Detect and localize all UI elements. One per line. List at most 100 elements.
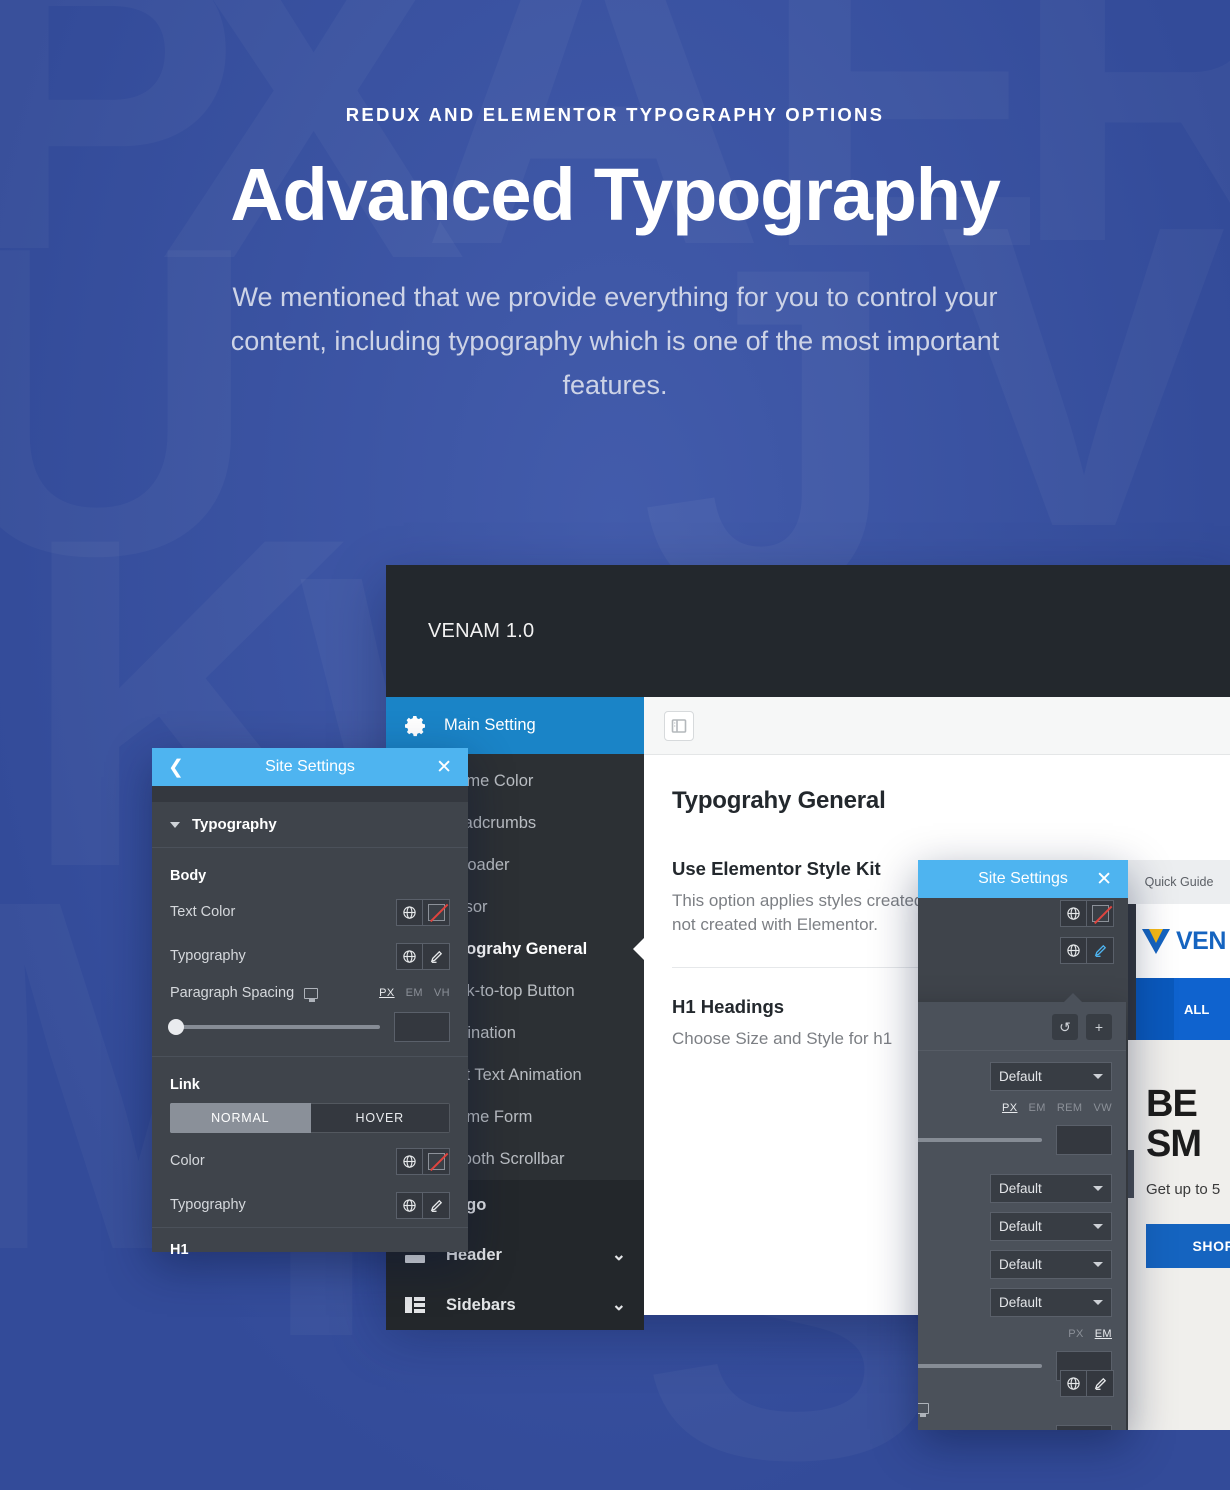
- content-toolbar: [644, 697, 1230, 755]
- close-icon[interactable]: ✕: [436, 758, 452, 777]
- chevron-left-icon[interactable]: ❮: [168, 758, 184, 777]
- accordion-label: Typography: [192, 816, 277, 833]
- unit-em[interactable]: EM: [1029, 1102, 1046, 1114]
- accordion-typography[interactable]: Typography: [152, 802, 468, 848]
- quick-guide-bar[interactable]: Quick Guide: [1128, 860, 1230, 904]
- popover-row-label: Letter Spacing: [918, 1401, 1112, 1417]
- chevron-left-icon[interactable]: ‹: [1128, 1150, 1134, 1198]
- site-preview: Quick Guide VEN ALL ‹ BE SM Get up to 5 …: [1128, 860, 1230, 1430]
- size-slider[interactable]: [918, 1138, 1042, 1142]
- chevron-down-icon: ⌄: [611, 1295, 626, 1314]
- pencil-icon[interactable]: [1087, 937, 1114, 964]
- popover-toolbar: ↺ +: [918, 1010, 1112, 1048]
- popover-row-style: Style Default: [918, 1245, 1112, 1283]
- panel-left-gap: [152, 786, 468, 802]
- row-label: Typography: [170, 1197, 246, 1213]
- chevron-down-icon: [1093, 1073, 1103, 1079]
- font-weight-value: Default: [999, 1180, 1042, 1196]
- popover-row-label: Transform: [918, 1219, 980, 1234]
- preview-hero-line1: BE: [1146, 1083, 1198, 1125]
- sidebar-header-main-setting[interactable]: Main Setting: [386, 697, 644, 754]
- panel-left-next-group: H1: [152, 1228, 468, 1264]
- row-link-typography: Typography: [170, 1183, 450, 1227]
- paragraph-spacing-label: Paragraph Spacing: [170, 985, 295, 1001]
- layout-toggle-icon[interactable]: [664, 710, 694, 741]
- panel-left-header: ❮ Site Settings ✕: [152, 748, 468, 786]
- sidebar-header-label: Main Setting: [444, 716, 536, 734]
- popover-row-label: Style: [918, 1257, 980, 1272]
- admin-brand-label: VENAM 1.0: [428, 619, 535, 642]
- slider-knob[interactable]: [168, 1019, 184, 1035]
- active-caret-icon: [633, 938, 644, 960]
- panel-right-body: ↺ + Family Default Size PX EM REM VW: [918, 898, 1128, 1430]
- link-state-toggle: NORMAL HOVER: [170, 1103, 450, 1133]
- row-text-color: Text Color: [170, 890, 450, 934]
- unit-vh[interactable]: VH: [434, 987, 450, 999]
- pencil-icon[interactable]: [423, 942, 450, 970]
- color-none-swatch[interactable]: [1087, 900, 1114, 927]
- monitor-icon[interactable]: [304, 987, 319, 1002]
- chevron-down-icon: [1093, 1223, 1103, 1229]
- preview-logo: VEN: [1128, 904, 1230, 978]
- globe-icon[interactable]: [396, 942, 423, 970]
- text-decoration-value: Default: [999, 1294, 1042, 1310]
- globe-icon[interactable]: [1060, 900, 1087, 927]
- site-settings-panel-right: ‹ Site Settings ✕: [918, 860, 1128, 1430]
- paragraph-spacing-units: PX EM VH: [379, 987, 450, 999]
- globe-icon[interactable]: [396, 1147, 423, 1175]
- font-style-select[interactable]: Default: [990, 1249, 1112, 1279]
- text-decoration-select[interactable]: Default: [990, 1287, 1112, 1317]
- color-none-swatch[interactable]: [423, 898, 450, 926]
- unit-vw[interactable]: VW: [1093, 1102, 1112, 1114]
- size-units: PX EM REM VW: [1002, 1102, 1112, 1114]
- popover-row-size: Size PX EM REM VW: [918, 1095, 1112, 1169]
- group-label-h1: H1: [170, 1242, 189, 1258]
- unit-rem[interactable]: REM: [1057, 1102, 1083, 1114]
- popover-row-label: Decoration: [918, 1295, 980, 1310]
- close-icon[interactable]: ✕: [1096, 870, 1112, 889]
- text-transform-select[interactable]: Default: [990, 1211, 1112, 1241]
- preview-logo-text: VEN: [1176, 926, 1226, 955]
- site-settings-panel-left: ❮ Site Settings ✕ Typography Body Text C…: [152, 748, 468, 1258]
- globe-icon[interactable]: [396, 898, 423, 926]
- popover-row-label: Weight: [918, 1181, 980, 1196]
- panel-right-header: ‹ Site Settings ✕: [918, 860, 1128, 898]
- globe-icon[interactable]: [1060, 1370, 1087, 1397]
- link-state-normal[interactable]: NORMAL: [170, 1103, 311, 1133]
- line-height-units: PX EM: [1068, 1328, 1112, 1340]
- monitor-icon[interactable]: [918, 1402, 930, 1417]
- pencil-icon[interactable]: [1087, 1370, 1114, 1397]
- row-link-color: Color: [170, 1139, 450, 1183]
- panel-left-link-section: Link NORMAL HOVER Color Typography: [152, 1057, 468, 1227]
- pencil-icon[interactable]: [423, 1191, 450, 1219]
- popover-row-label: Size: [918, 1101, 992, 1116]
- unit-px[interactable]: PX: [1002, 1102, 1017, 1114]
- popover-arrow: [1063, 993, 1083, 1003]
- unit-em[interactable]: EM: [406, 987, 423, 999]
- unit-em[interactable]: EM: [1095, 1328, 1112, 1340]
- shop-now-button[interactable]: SHOP N: [1146, 1223, 1230, 1268]
- paragraph-spacing-input[interactable]: [394, 1012, 450, 1042]
- popover-row-transform: Transform Default: [918, 1207, 1112, 1245]
- letter-spacing-input[interactable]: [1056, 1425, 1112, 1430]
- color-none-swatch[interactable]: [423, 1147, 450, 1175]
- link-state-hover[interactable]: HOVER: [310, 1103, 450, 1133]
- chevron-down-icon: [1093, 1299, 1103, 1305]
- globe-icon[interactable]: [1060, 937, 1087, 964]
- globe-icon[interactable]: [396, 1191, 423, 1219]
- font-weight-select[interactable]: Default: [990, 1173, 1112, 1203]
- group-label-body: Body: [170, 868, 207, 884]
- sidebar-group-label: Sidebars: [446, 1295, 516, 1314]
- sidebar-group-sidebars[interactable]: Sidebars ⌄: [386, 1280, 644, 1330]
- paragraph-spacing-slider[interactable]: [168, 1019, 380, 1035]
- popover-row-weight: Weight Default: [918, 1169, 1112, 1207]
- hero-eyebrow: REDUX AND ELEMENTOR TYPOGRAPHY OPTIONS: [345, 104, 885, 125]
- unit-px[interactable]: PX: [379, 987, 394, 999]
- popover-row-decoration: Decoration Default: [918, 1283, 1112, 1321]
- reset-icon[interactable]: ↺: [1052, 1014, 1078, 1040]
- line-height-slider[interactable]: [918, 1364, 1042, 1368]
- unit-px[interactable]: PX: [1068, 1328, 1083, 1340]
- font-family-select[interactable]: Default: [990, 1061, 1112, 1091]
- plus-icon[interactable]: +: [1086, 1014, 1112, 1040]
- size-value-input[interactable]: [1056, 1125, 1112, 1155]
